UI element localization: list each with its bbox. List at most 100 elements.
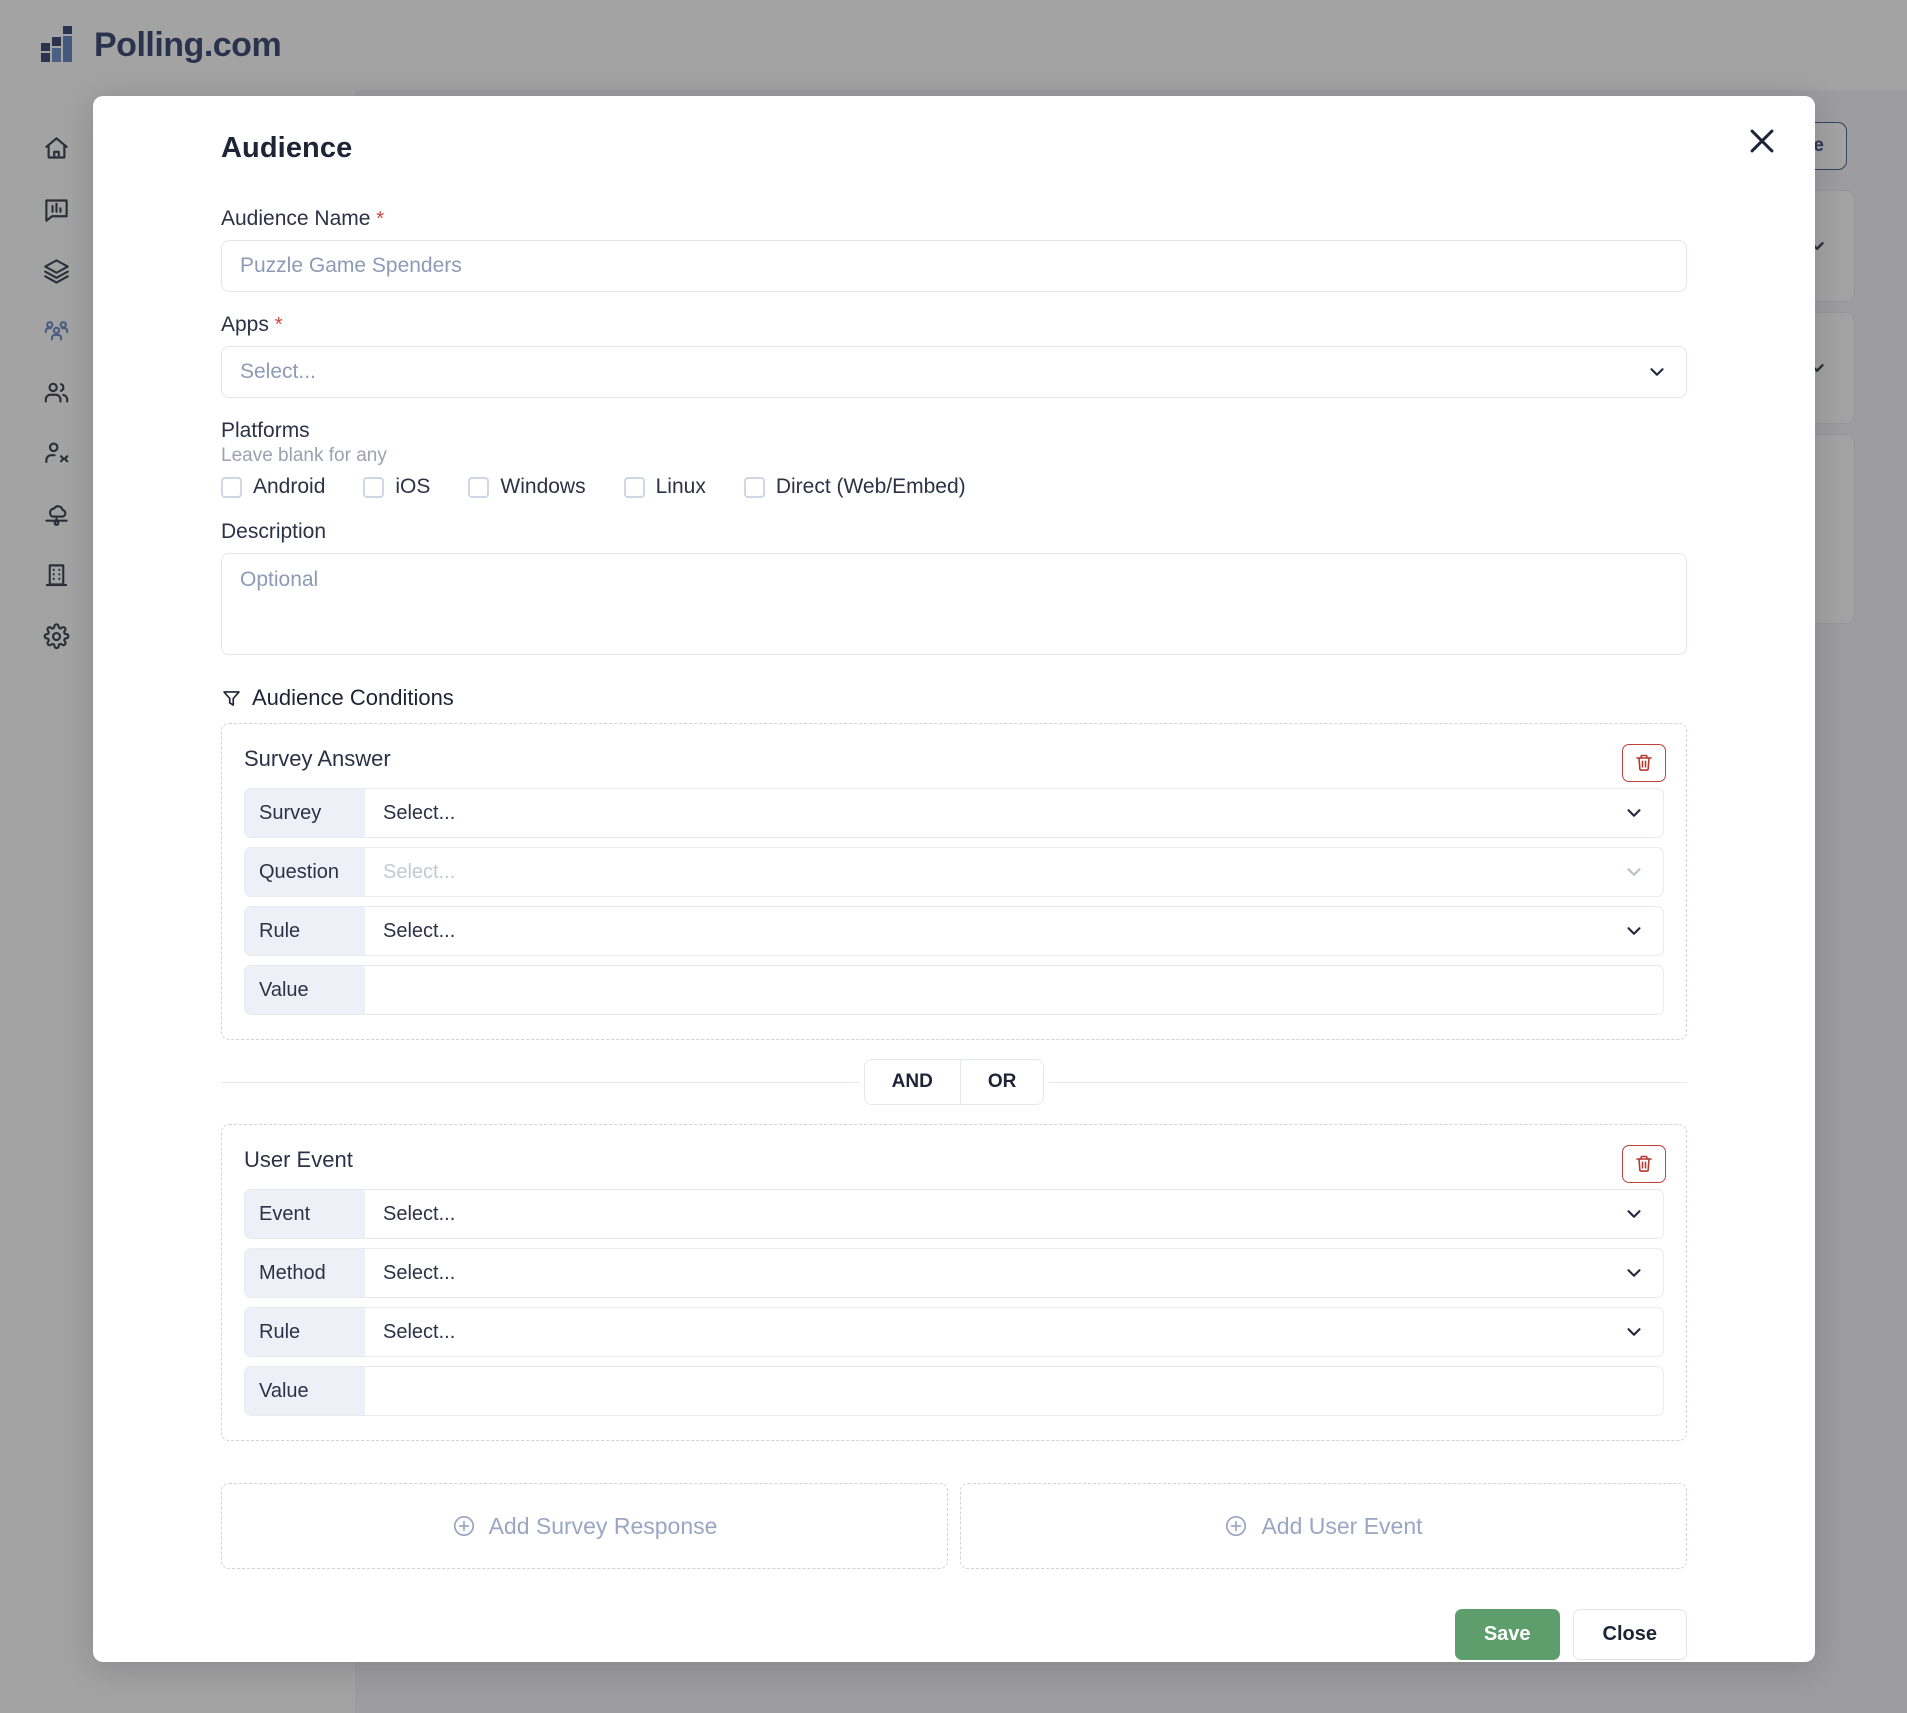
platform-checkbox-windows[interactable]: Windows — [468, 475, 586, 499]
condition-row-value[interactable] — [365, 1367, 1663, 1415]
platform-checkbox-android[interactable]: Android — [221, 475, 325, 499]
platforms-label: Platforms — [221, 419, 310, 442]
modal-footer: Save Close — [221, 1609, 1687, 1660]
checkbox-box — [623, 476, 645, 498]
audience-conditions-header: Audience Conditions — [221, 685, 1687, 711]
checkbox-box — [221, 476, 242, 498]
add-condition-row: Add Survey Response Add User Event — [221, 1483, 1687, 1569]
platform-label: iOS — [395, 475, 431, 498]
condition-row-value[interactable]: Select... — [365, 1249, 1663, 1297]
condition-row-key: Value — [245, 966, 365, 1014]
audience-name-label: Audience Name * — [221, 207, 1687, 231]
condition-row-key: Rule — [245, 1308, 365, 1356]
divider-right — [1048, 1081, 1688, 1083]
modal-body: Audience Name * Apps * Select... Platfor… — [221, 207, 1688, 1660]
condition-row-key: Value — [245, 1367, 365, 1415]
condition-row-survey[interactable]: Survey Select... — [244, 788, 1664, 838]
condition-row-value-input[interactable]: Value — [244, 965, 1664, 1015]
add-survey-response-button[interactable]: Add Survey Response — [221, 1483, 948, 1569]
apps-field: Apps * Select... — [221, 313, 1687, 398]
condition-row-value[interactable]: Select... — [365, 1190, 1663, 1238]
plus-circle-icon — [1226, 1515, 1247, 1537]
condition-block-survey-answer: Survey Answer Survey Select... Question … — [221, 723, 1687, 1040]
trash-icon — [1636, 754, 1652, 771]
plus-circle-icon — [453, 1515, 474, 1537]
condition-row-value[interactable] — [365, 966, 1663, 1014]
description-field: Description — [221, 520, 1687, 660]
save-button[interactable]: Save — [1454, 1609, 1560, 1660]
modal-title: Audience — [221, 132, 353, 164]
close-icon[interactable] — [1745, 124, 1779, 158]
add-survey-response-label: Add Survey Response — [488, 1512, 718, 1539]
chevron-down-icon — [1650, 368, 1664, 376]
required-marker: * — [274, 314, 283, 336]
description-label: Description — [221, 520, 327, 543]
condition-row-value-text: Select... — [383, 1261, 456, 1284]
condition-row-value-text: Select... — [383, 1202, 456, 1225]
divider-left — [221, 1081, 860, 1083]
app-root: nce Polling.com — [0, 0, 1907, 1713]
condition-row-key: Question — [245, 848, 365, 896]
chevron-down-icon — [1627, 809, 1641, 817]
checkbox-box — [363, 476, 385, 498]
platforms-field: Platforms Leave blank for any Android iO… — [221, 419, 1687, 499]
condition-row-key: Rule — [245, 907, 365, 955]
add-user-event-label: Add User Event — [1261, 1512, 1423, 1539]
condition-row-key: Survey — [245, 789, 365, 837]
audience-name-input[interactable] — [221, 240, 1687, 292]
chevron-down-icon — [1627, 1328, 1641, 1336]
delete-condition-button[interactable] — [1622, 1145, 1666, 1183]
platform-label: Windows — [500, 475, 586, 498]
audience-conditions-title: Audience Conditions — [252, 685, 454, 710]
close-button[interactable]: Close — [1572, 1609, 1687, 1660]
condition-row-method[interactable]: Method Select... — [244, 1248, 1664, 1298]
condition-row-key: Event — [245, 1190, 365, 1238]
operator-and-button[interactable]: AND — [864, 1060, 960, 1104]
apps-label-text: Apps — [221, 313, 269, 336]
apps-label: Apps * — [221, 313, 1687, 337]
condition-row-rule[interactable]: Rule Select... — [244, 906, 1664, 956]
operator-or-button[interactable]: OR — [959, 1060, 1044, 1104]
chevron-down-icon — [1627, 1269, 1641, 1277]
condition-block-title: User Event — [244, 1147, 353, 1172]
chevron-down-icon — [1627, 1210, 1641, 1218]
platform-checkbox-ios[interactable]: iOS — [363, 475, 430, 499]
add-user-event-button[interactable]: Add User Event — [960, 1483, 1687, 1569]
delete-condition-button[interactable] — [1622, 744, 1666, 782]
logic-operator-row: AND OR — [221, 1059, 1688, 1105]
condition-row-event[interactable]: Event Select... — [244, 1189, 1664, 1239]
condition-row-rule[interactable]: Rule Select... — [244, 1307, 1664, 1357]
condition-row-value-text: Select... — [383, 1320, 456, 1343]
checkbox-box — [743, 476, 765, 498]
condition-row-value-text: Select... — [383, 801, 456, 824]
condition-row-value[interactable]: Select... — [365, 848, 1663, 896]
condition-row-value[interactable]: Select... — [365, 1308, 1663, 1356]
chevron-down-icon — [1627, 927, 1641, 935]
audience-name-field: Audience Name * — [221, 207, 1687, 292]
platform-checkbox-linux[interactable]: Linux — [623, 475, 706, 499]
trash-icon — [1636, 1155, 1652, 1172]
condition-row-value[interactable]: Select... — [365, 789, 1663, 837]
audience-name-label-text: Audience Name — [221, 207, 371, 230]
condition-row-question[interactable]: Question Select... — [244, 847, 1664, 897]
checkbox-box — [468, 476, 490, 498]
logic-operator-group: AND OR — [863, 1059, 1045, 1105]
condition-row-value-text: Select... — [383, 860, 456, 883]
platform-checkbox-row: Android iOS Windows Linux Direct (Web/Em… — [221, 475, 1687, 499]
audience-modal: Audience Audience Name * Apps * Select..… — [93, 96, 1815, 1662]
condition-row-value-input[interactable]: Value — [244, 1366, 1664, 1416]
condition-block-title: Survey Answer — [244, 746, 391, 771]
platform-label: Linux — [655, 475, 706, 498]
condition-row-key: Method — [245, 1249, 365, 1297]
platform-label: Android — [253, 475, 326, 498]
platforms-hint: Leave blank for any — [221, 445, 387, 466]
required-marker: * — [376, 208, 385, 230]
condition-row-value[interactable]: Select... — [365, 907, 1663, 955]
platform-label: Direct (Web/Embed) — [775, 475, 966, 498]
platform-checkbox-direct[interactable]: Direct (Web/Embed) — [743, 475, 966, 499]
description-textarea[interactable] — [221, 553, 1687, 655]
apps-select[interactable]: Select... — [221, 346, 1687, 398]
condition-row-value-text: Select... — [383, 919, 456, 942]
filter-icon — [223, 690, 240, 706]
apps-select-value: Select... — [240, 360, 316, 383]
